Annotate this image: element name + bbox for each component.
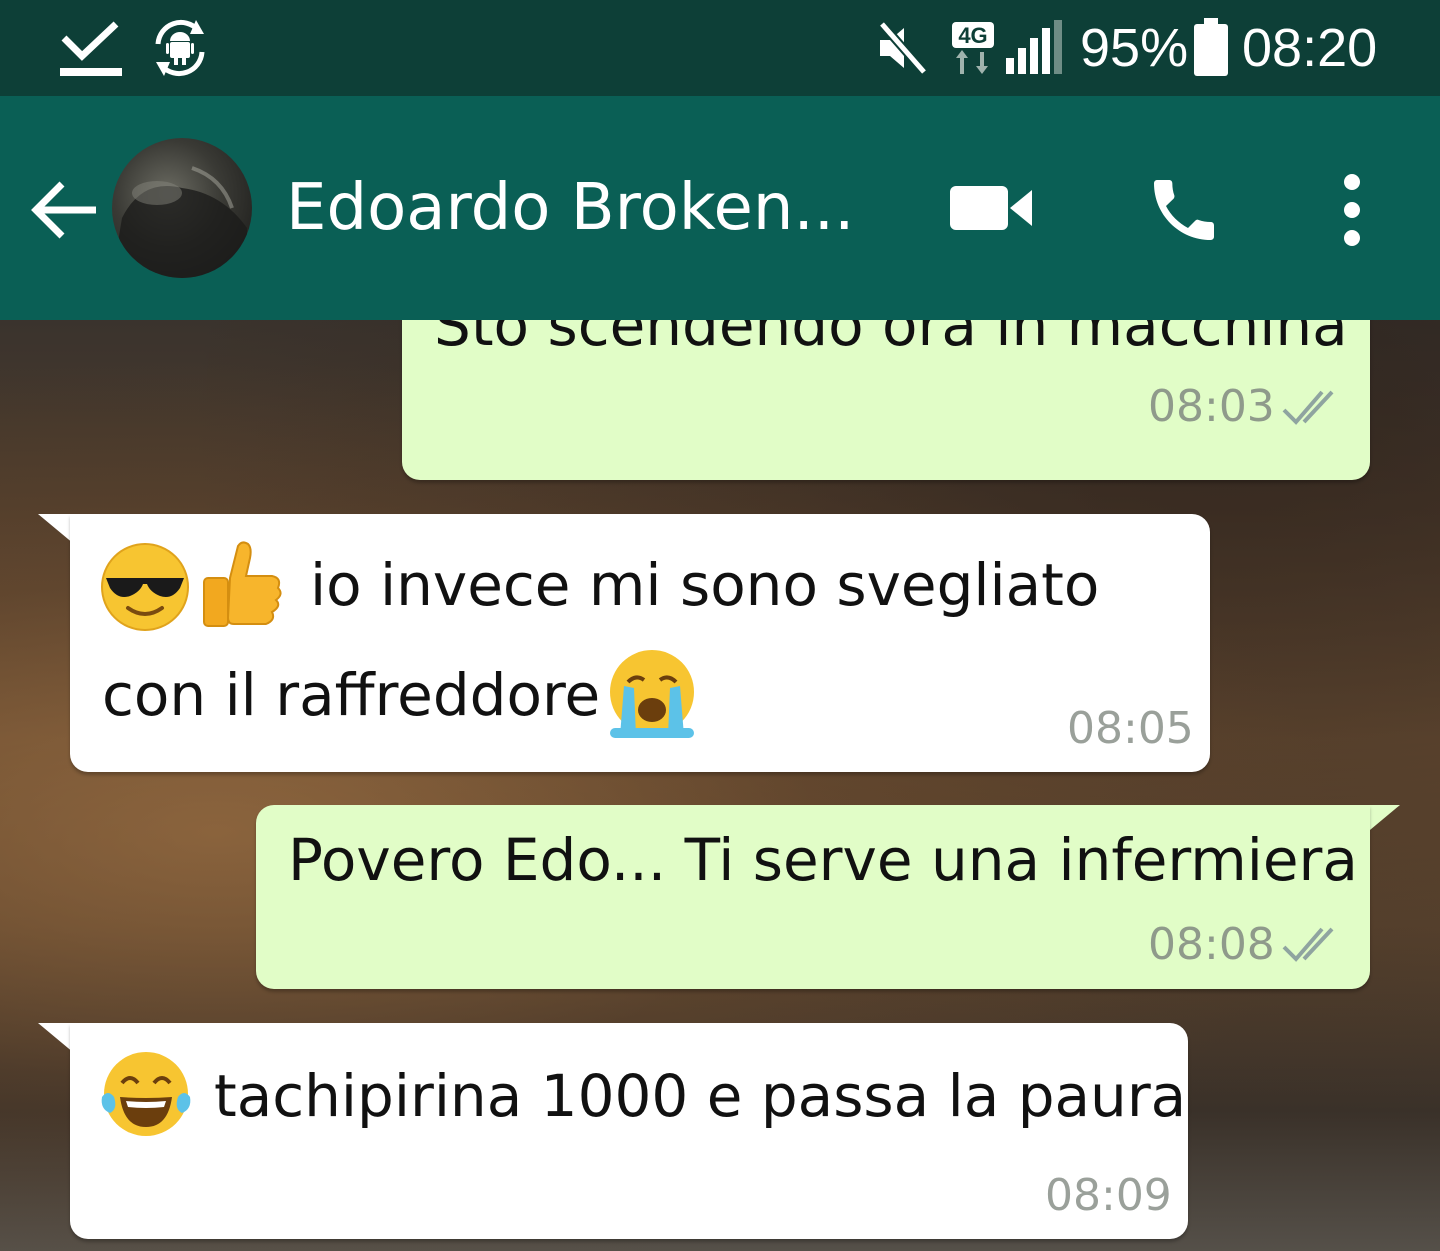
message-time: 08:03 [1148, 381, 1275, 432]
battery-percent: 95% [1080, 18, 1189, 78]
signal-icon [1004, 0, 1064, 96]
video-call-icon[interactable] [950, 180, 1034, 236]
mute-icon [876, 0, 928, 96]
message-text-line1: io invece mi sono svegliato [310, 551, 1100, 619]
message-text: Povero Edo... Ti serve una infermiera [288, 826, 1358, 894]
message-text: Sto scendendo ora in macchina [434, 320, 1348, 359]
chat-messages[interactable]: Sto scendendo ora in macchina 08:03 io i… [0, 320, 1440, 1251]
status-bar: 4G 95% 08:20 [0, 0, 1440, 96]
message-text: tachipirina 1000 e passa la paura [214, 1062, 1187, 1130]
message-bubble-outgoing[interactable]: Sto scendendo ora in macchina 08:03 [402, 320, 1370, 480]
sunglasses-emoji-icon [101, 543, 189, 631]
tears-of-joy-emoji-icon [101, 1052, 191, 1136]
read-receipt-icon [1282, 390, 1334, 425]
message-text-line2: con il raffreddore [102, 661, 601, 729]
crying-emoji-icon [610, 650, 694, 738]
message-bubble-incoming[interactable]: tachipirina 1000 e passa la paura 08:09 [70, 1023, 1188, 1239]
message-time: 08:08 [1148, 919, 1275, 970]
svg-text:4G: 4G [958, 23, 987, 48]
android-sync-icon [148, 0, 212, 96]
back-arrow-icon[interactable] [28, 174, 100, 246]
status-clock: 08:20 [1242, 18, 1378, 78]
message-bubble-incoming[interactable]: io invece mi sono svegliato con il raffr… [70, 514, 1210, 772]
thumbs-up-emoji-icon [203, 541, 282, 627]
network-4g-icon: 4G [950, 0, 996, 96]
download-done-icon [58, 0, 124, 96]
phone-icon[interactable] [1144, 170, 1224, 250]
read-receipt-icon [1282, 927, 1334, 962]
contact-name[interactable]: Edoardo Broken... [286, 166, 866, 250]
avatar[interactable] [112, 138, 252, 278]
message-time: 08:05 [1067, 703, 1194, 754]
message-time: 08:09 [1045, 1170, 1172, 1221]
more-options-icon[interactable] [1336, 172, 1368, 248]
battery-icon [1192, 0, 1230, 96]
chat-header: Edoardo Broken... [0, 96, 1440, 320]
message-bubble-outgoing[interactable]: Povero Edo... Ti serve una infermiera 08… [256, 805, 1370, 989]
